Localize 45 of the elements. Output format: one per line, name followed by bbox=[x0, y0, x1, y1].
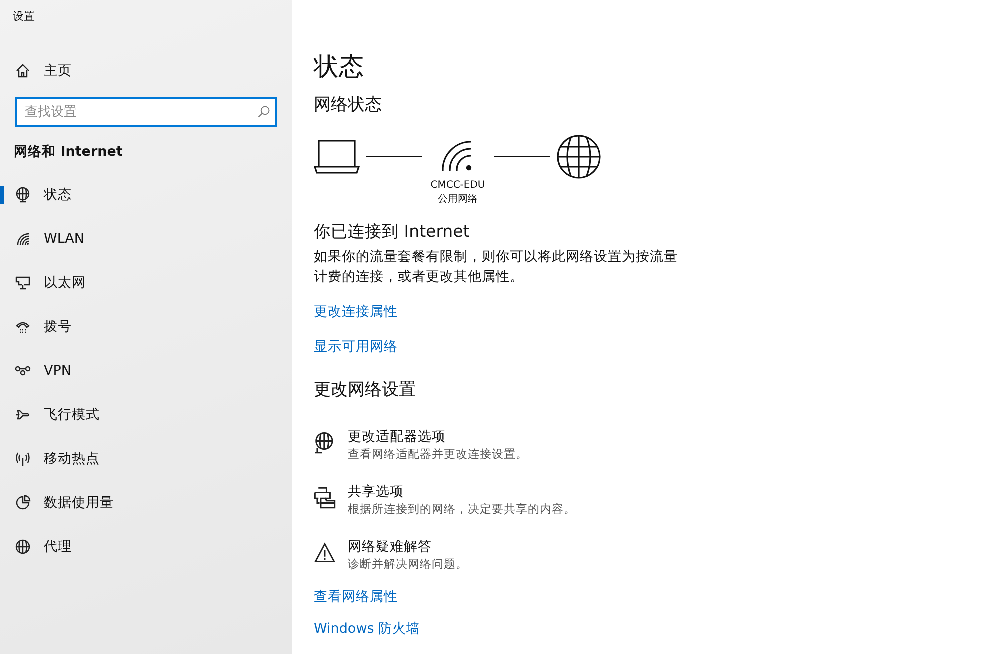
connection-line bbox=[494, 156, 550, 157]
connection-line bbox=[366, 156, 422, 157]
printer-folder-icon bbox=[314, 487, 336, 509]
link[interactable]: 显示可用网络 bbox=[314, 338, 398, 356]
globe-icon bbox=[556, 134, 602, 180]
sidebar-item[interactable]: WLAN bbox=[0, 217, 292, 261]
pie-chart-icon bbox=[15, 495, 31, 511]
search-field[interactable]: 查找设置 bbox=[15, 97, 277, 127]
sidebar-item[interactable]: 代理 bbox=[0, 525, 292, 569]
home-icon bbox=[15, 63, 31, 79]
monitor-icon bbox=[15, 275, 31, 291]
link[interactable]: 查看网络属性 bbox=[314, 588, 398, 606]
home-nav-item[interactable]: 主页 bbox=[0, 53, 292, 89]
page-title: 状态 bbox=[314, 51, 364, 83]
sidebar-item[interactable]: 状态 bbox=[0, 173, 292, 217]
network-name: CMCC-EDU bbox=[430, 179, 486, 193]
sidebar-item[interactable]: VPN bbox=[0, 349, 292, 393]
window-title: 设置 bbox=[12, 9, 35, 25]
globe-monitor-icon bbox=[314, 432, 336, 454]
option-description: 根据所连接到的网络，决定要共享的内容。 bbox=[348, 501, 576, 517]
section-title: 网络和 Internet bbox=[13, 143, 123, 162]
option-link[interactable]: 网络疑难解答 bbox=[348, 539, 468, 556]
sidebar-item[interactable]: 移动热点 bbox=[0, 437, 292, 481]
link[interactable]: 更改连接属性 bbox=[314, 303, 398, 321]
network-type: 公用网络 bbox=[438, 193, 478, 207]
sidebar-item[interactable]: 数据使用量 bbox=[0, 481, 292, 525]
sidebar-item[interactable]: 飞行模式 bbox=[0, 393, 292, 437]
warning-icon bbox=[314, 542, 336, 564]
section-heading: 网络状态 bbox=[314, 94, 382, 116]
laptop-icon bbox=[314, 140, 360, 174]
globe-icon bbox=[15, 539, 31, 555]
section-heading: 更改网络设置 bbox=[314, 379, 416, 401]
link[interactable]: Windows 防火墙 bbox=[314, 620, 421, 638]
description-text: 如果你的流量套餐有限制，则你可以将此网络设置为按流量计费的连接，或者更改其他属性。 bbox=[314, 248, 679, 287]
search-icon bbox=[257, 105, 271, 119]
globe-monitor-icon bbox=[15, 187, 31, 203]
wifi-icon bbox=[15, 231, 31, 247]
option-link[interactable]: 更改适配器选项 bbox=[348, 429, 528, 446]
option-description: 查看网络适配器并更改连接设置。 bbox=[348, 446, 528, 462]
antenna-icon bbox=[15, 451, 31, 467]
connection-status: 你已连接到 Internet bbox=[314, 221, 470, 243]
option-description: 诊断并解决网络问题。 bbox=[348, 556, 468, 572]
sidebar-item[interactable]: 以太网 bbox=[0, 261, 292, 305]
sidebar-item[interactable]: 拨号 bbox=[0, 305, 292, 349]
option-link[interactable]: 共享选项 bbox=[348, 484, 576, 501]
